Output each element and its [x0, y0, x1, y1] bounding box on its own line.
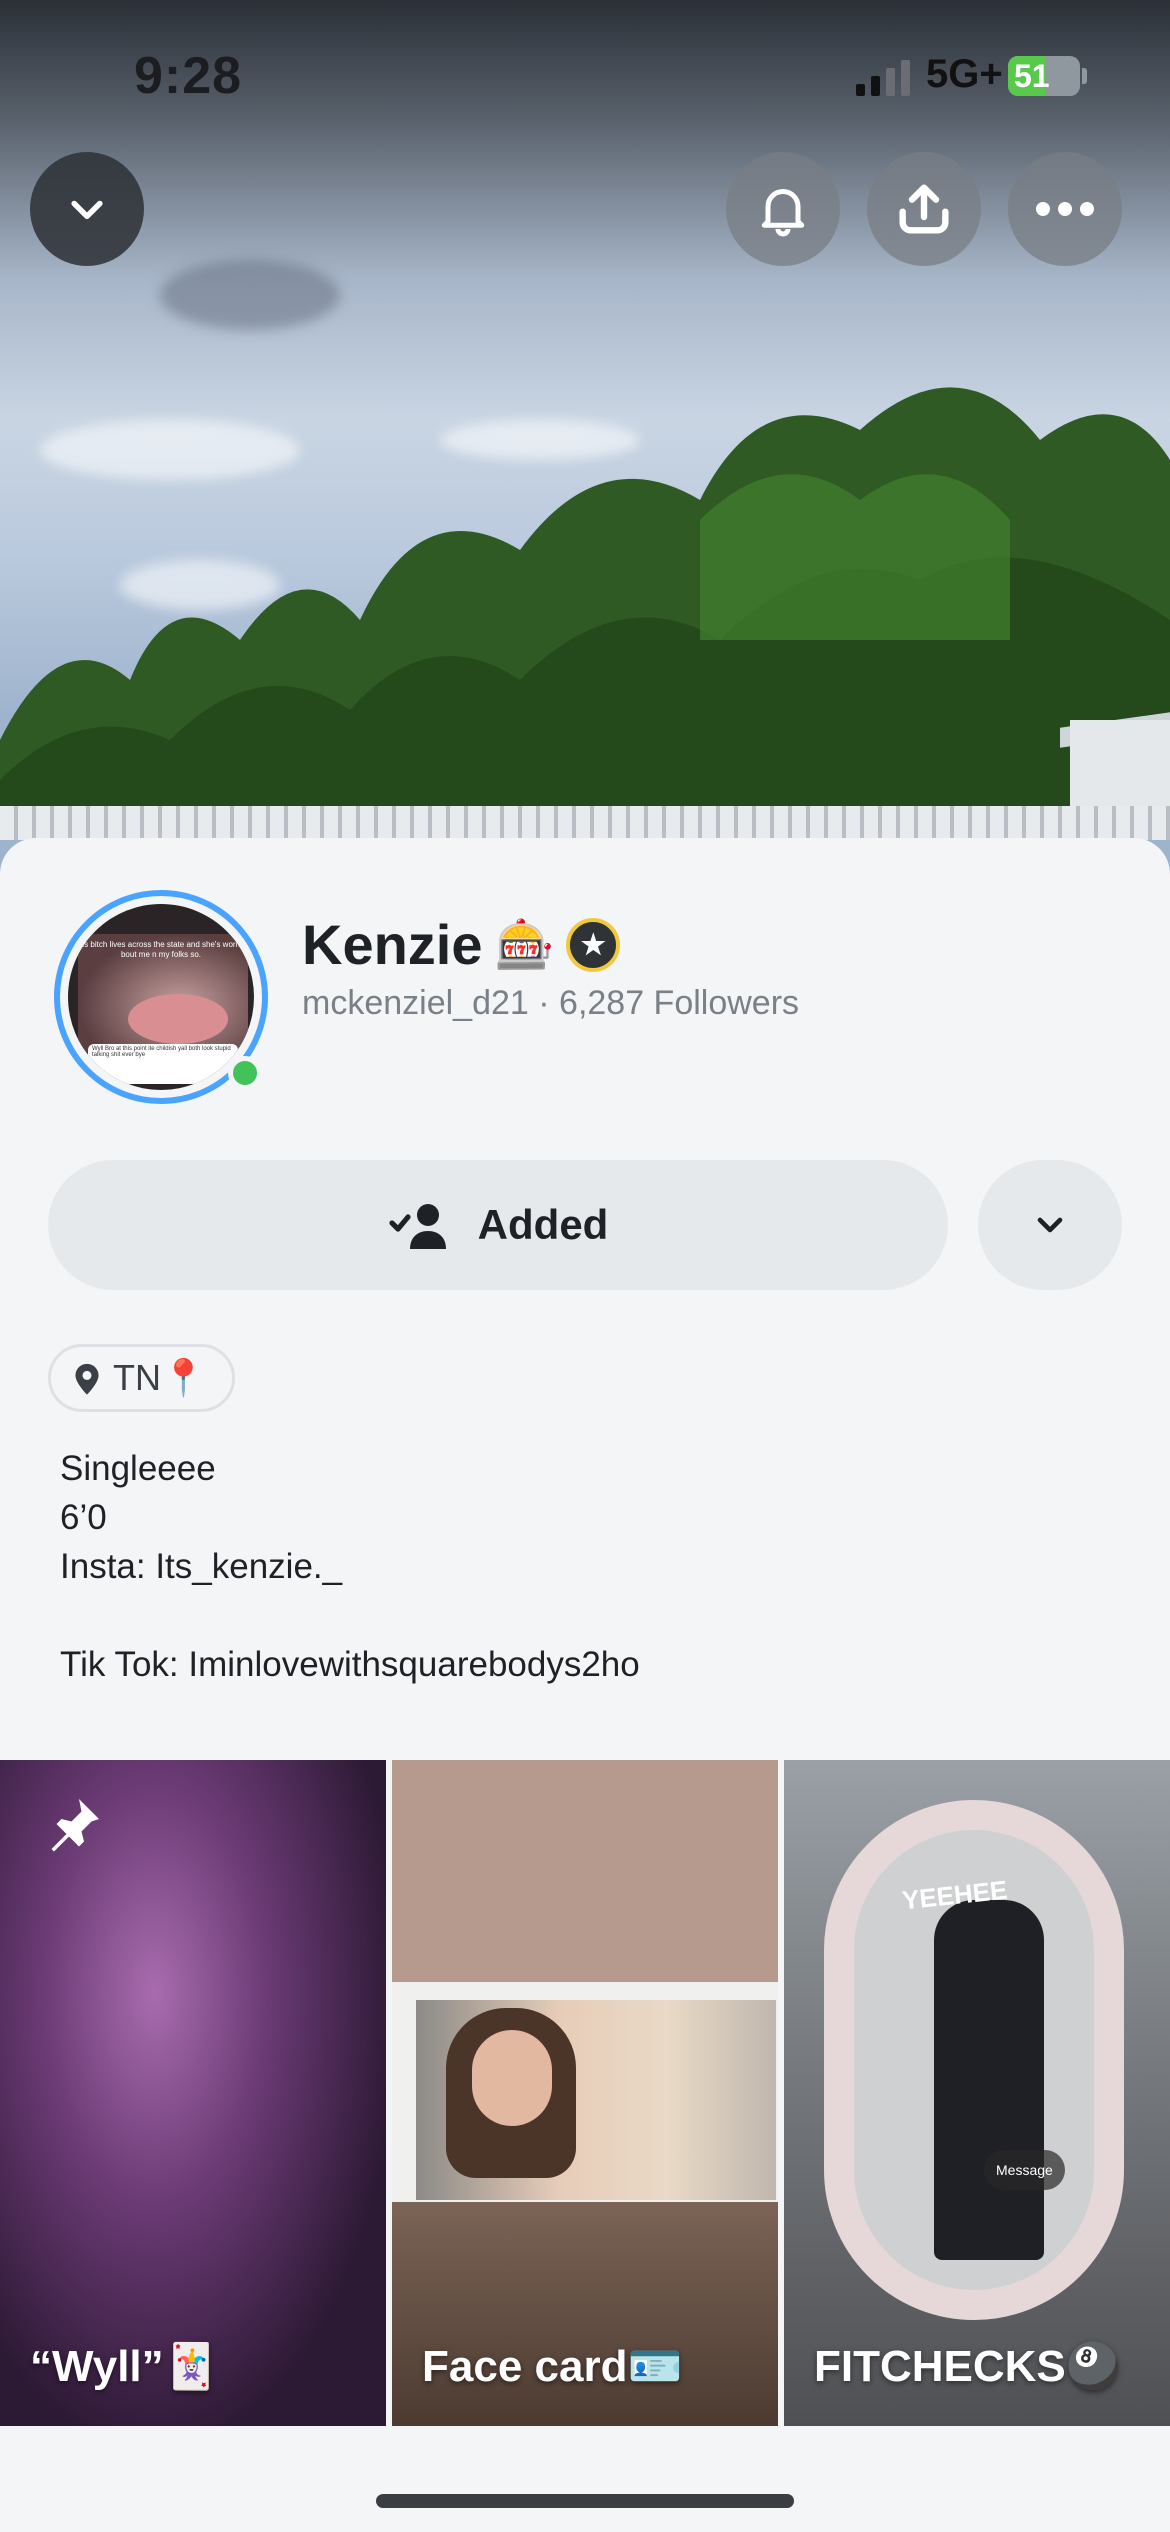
story-highlights: “Wyll”🃏 Face card🪪 YEEHEE Message FITCHE… [0, 1760, 1170, 2426]
username: mckenziel_d21 [302, 984, 529, 1022]
pin-icon [51, 1799, 99, 1852]
follower-count[interactable]: 6,287 Followers [559, 984, 799, 1022]
back-button[interactable] [30, 152, 144, 266]
star-badge-icon[interactable]: ★ [566, 917, 621, 972]
profile-screen: 9:28 5G+ 51 This bitch lives across the … [0, 0, 1170, 2532]
display-name: Kenzie [302, 913, 483, 976]
online-status-indicator [228, 1056, 262, 1090]
battery-icon: 51 [1008, 56, 1080, 96]
profile-subline: mckenziel_d21 · 6,287 Followers [302, 984, 799, 1023]
notifications-button[interactable] [726, 152, 840, 266]
subline-separator: · [538, 984, 550, 1022]
map-pin-icon [75, 1363, 99, 1395]
home-indicator[interactable] [376, 2494, 794, 2508]
more-horizontal-icon [1036, 202, 1094, 216]
avatar-reply-text: Wyll Bro at this point ite childish yall… [88, 1044, 238, 1084]
story-caption: Face card🪪 [422, 2342, 683, 2391]
user-check-icon [389, 1204, 446, 1249]
chevron-down-icon [1037, 1217, 1063, 1233]
share-button[interactable] [867, 152, 981, 266]
battery-percent: 51 [1014, 58, 1050, 94]
story-tile[interactable]: “Wyll”🃏 [0, 1760, 386, 2426]
bio-text: Singleeee 6’0 Insta: Its_kenzie._ Tik To… [60, 1449, 640, 1684]
story-caption: “Wyll”🃏 [30, 2342, 219, 2391]
network-type: 5G+ [926, 52, 1003, 96]
location-chip[interactable]: TN📍 [48, 1344, 235, 1412]
profile-name-row: Kenzie 🎰 ★ [302, 912, 621, 977]
bell-icon [761, 189, 805, 237]
story-tile[interactable]: Face card🪪 [392, 1760, 778, 2426]
story-tile[interactable]: YEEHEE Message FITCHECKS🎱 [784, 1760, 1170, 2426]
added-label: Added [477, 1201, 609, 1248]
message-chip: Message [984, 2150, 1065, 2190]
friend-options-dropdown[interactable] [978, 1160, 1122, 1290]
chevron-down-icon [71, 200, 103, 220]
slot-machine-emoji: 🎰 [494, 919, 555, 972]
share-upload-icon [899, 184, 949, 234]
avatar-caption: This bitch lives across the state and sh… [73, 940, 249, 959]
story-caption: FITCHECKS🎱 [814, 2342, 1121, 2391]
avatar[interactable]: This bitch lives across the state and sh… [68, 904, 254, 1090]
added-friend-button[interactable]: Added [48, 1160, 948, 1290]
location-label: TN📍 [113, 1357, 206, 1398]
status-time: 9:28 [134, 47, 243, 105]
signal-strength-icon [856, 60, 910, 96]
more-options-button[interactable] [1008, 152, 1122, 266]
status-bar: 9:28 5G+ 51 [0, 0, 1170, 150]
